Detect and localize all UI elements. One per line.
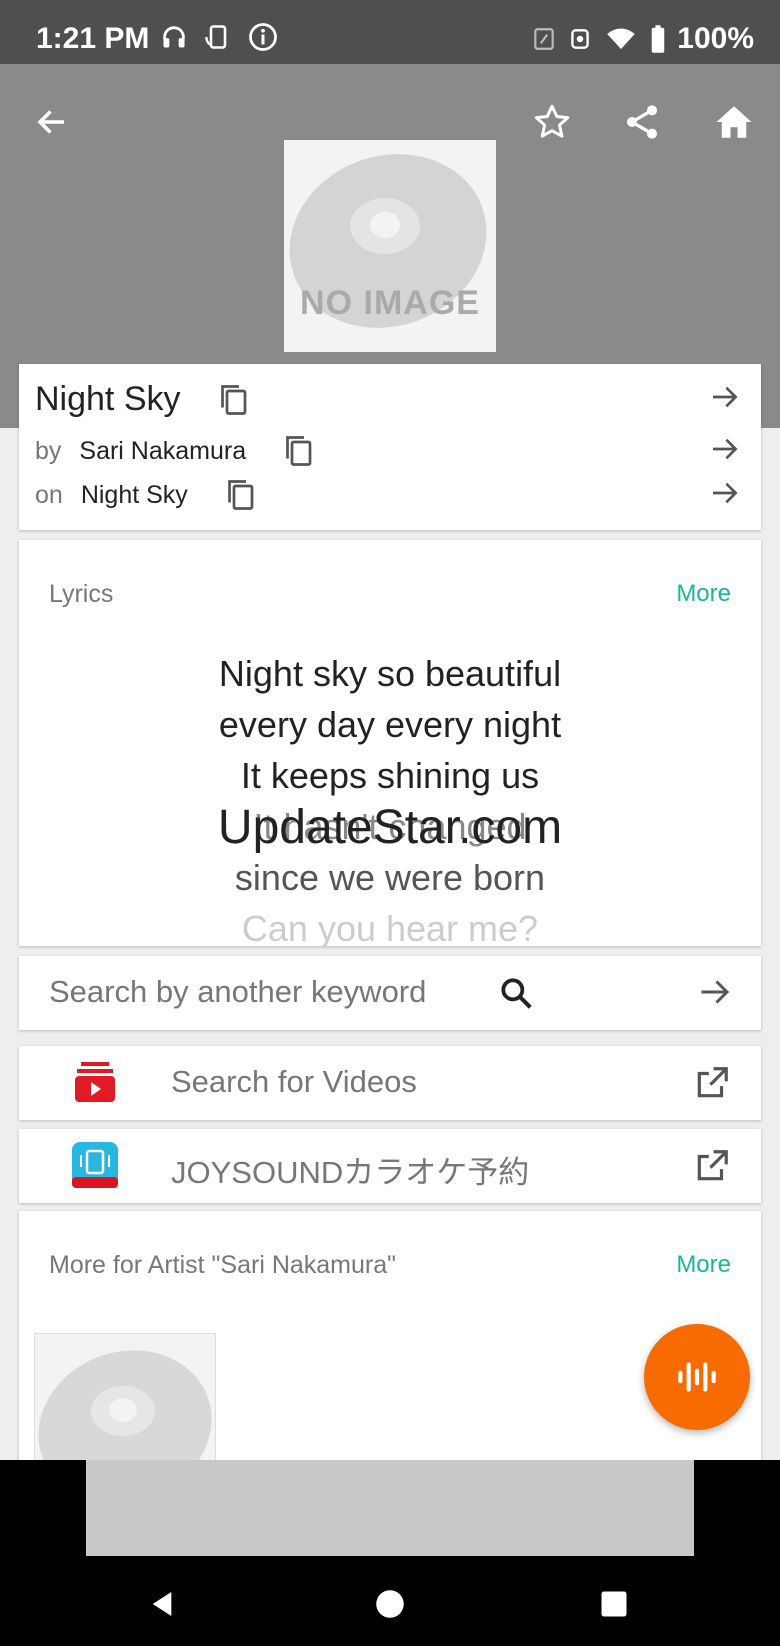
artist-more-link[interactable]: More	[676, 1251, 731, 1279]
youtube-icon-wrap	[71, 1058, 119, 1106]
star-outline-icon	[534, 104, 570, 138]
search-placeholder: Search by another keyword	[49, 974, 427, 1009]
artist-prefix: by	[35, 436, 62, 465]
screen-rotate-icon	[205, 25, 227, 49]
nav-recents-button[interactable]	[594, 1584, 634, 1624]
album-arrow[interactable]	[709, 477, 741, 514]
search-icon	[501, 978, 532, 1009]
copy-album-button[interactable]	[222, 476, 258, 514]
album-name: Night Sky	[80, 480, 188, 509]
home-icon	[716, 106, 752, 138]
title-row[interactable]: Night Sky	[35, 380, 741, 419]
search-go-button[interactable]	[697, 974, 733, 1015]
wifi-icon	[607, 28, 636, 49]
search-videos-label: Search for Videos	[171, 1064, 417, 1099]
lyric-line: It keeps shining us	[240, 755, 540, 796]
copy-icon	[227, 480, 254, 510]
status-time: 1:21 PM	[36, 22, 150, 55]
track-info-card: Night Sky by Sari Nakamura on Night Sky	[19, 364, 761, 530]
lyric-line: every day every night	[218, 704, 562, 745]
joysound-icon-wrap	[71, 1141, 119, 1189]
nav-back-icon	[152, 1592, 172, 1616]
listen-fab-button[interactable]	[644, 1324, 750, 1430]
album-row[interactable]: on Night Sky	[35, 476, 741, 514]
album-prefix: on	[35, 480, 63, 509]
favorite-button[interactable]	[524, 94, 580, 150]
arrow-right-icon	[701, 980, 730, 1004]
youtube-icon	[75, 1062, 115, 1102]
nav-home-button[interactable]	[370, 1584, 410, 1624]
arrow-left-icon	[37, 110, 64, 134]
open-in-new-icon	[697, 1150, 728, 1181]
joysound-app-icon	[72, 1142, 118, 1188]
joysound-label: JOYSOUNDカラオケ予約	[171, 1155, 530, 1190]
search-videos-link[interactable]: Search for Videos	[19, 1046, 761, 1120]
lyrics-card[interactable]: Lyrics More Night sky so beautiful every…	[19, 540, 761, 946]
lyrics-more-link[interactable]: More	[676, 580, 731, 608]
more-for-artist-label: More for Artist "Sari Nakamura"	[49, 1251, 397, 1279]
copy-title-button[interactable]	[215, 381, 251, 419]
ad-banner-area	[0, 1460, 780, 1556]
status-left-icons	[160, 22, 278, 52]
system-nav-bar	[0, 1556, 780, 1646]
artist-row[interactable]: by Sari Nakamura	[35, 432, 741, 470]
copy-icon	[220, 384, 246, 415]
info-icon	[249, 23, 277, 51]
status-right-icons: 100%	[531, 22, 754, 56]
album-cover: NO IMAGE	[284, 140, 496, 352]
search-icon-wrap	[497, 974, 535, 1017]
nav-home-icon	[376, 1590, 404, 1618]
keyword-search-bar[interactable]: Search by another keyword	[19, 956, 761, 1030]
lyrics-label: Lyrics	[49, 580, 114, 608]
lyric-line: Night sky so beautiful	[218, 653, 562, 694]
lyric-line: Can you hear me?	[241, 908, 539, 946]
no-image-label: NO IMAGE	[300, 284, 480, 322]
open-external-button[interactable]	[693, 1147, 731, 1190]
nfc-icon	[534, 28, 555, 50]
arrow-right-icon	[713, 386, 738, 408]
share-button[interactable]	[614, 94, 670, 150]
arrow-right-icon	[713, 482, 738, 503]
open-external-button[interactable]	[693, 1064, 731, 1107]
nav-recents-icon	[601, 1591, 627, 1617]
title-arrow[interactable]	[709, 381, 741, 418]
nav-back-button[interactable]	[142, 1584, 182, 1624]
watermark-text: UpdateStar.com	[217, 801, 563, 854]
lyric-line: since we were born	[234, 857, 546, 898]
headphones-icon	[163, 26, 185, 48]
ad-banner[interactable]	[86, 1460, 694, 1556]
home-button[interactable]	[706, 94, 762, 150]
copy-icon	[286, 436, 312, 466]
audio-wave-icon	[678, 1362, 716, 1392]
track-title: Night Sky	[35, 380, 181, 418]
open-in-new-icon	[697, 1067, 728, 1098]
artist-arrow[interactable]	[709, 433, 741, 470]
battery-percent: 100%	[677, 22, 754, 55]
alarm-icon	[571, 29, 590, 49]
arrow-right-icon	[713, 438, 738, 459]
share-icon	[627, 105, 657, 139]
back-button[interactable]	[24, 94, 80, 150]
artist-name: Sari Nakamura	[79, 436, 247, 465]
copy-artist-button[interactable]	[280, 432, 316, 470]
joysound-link[interactable]: JOYSOUNDカラオケ予約	[19, 1129, 761, 1203]
battery-icon	[652, 25, 665, 53]
lyrics-text: Night sky so beautiful every day every n…	[19, 648, 761, 946]
